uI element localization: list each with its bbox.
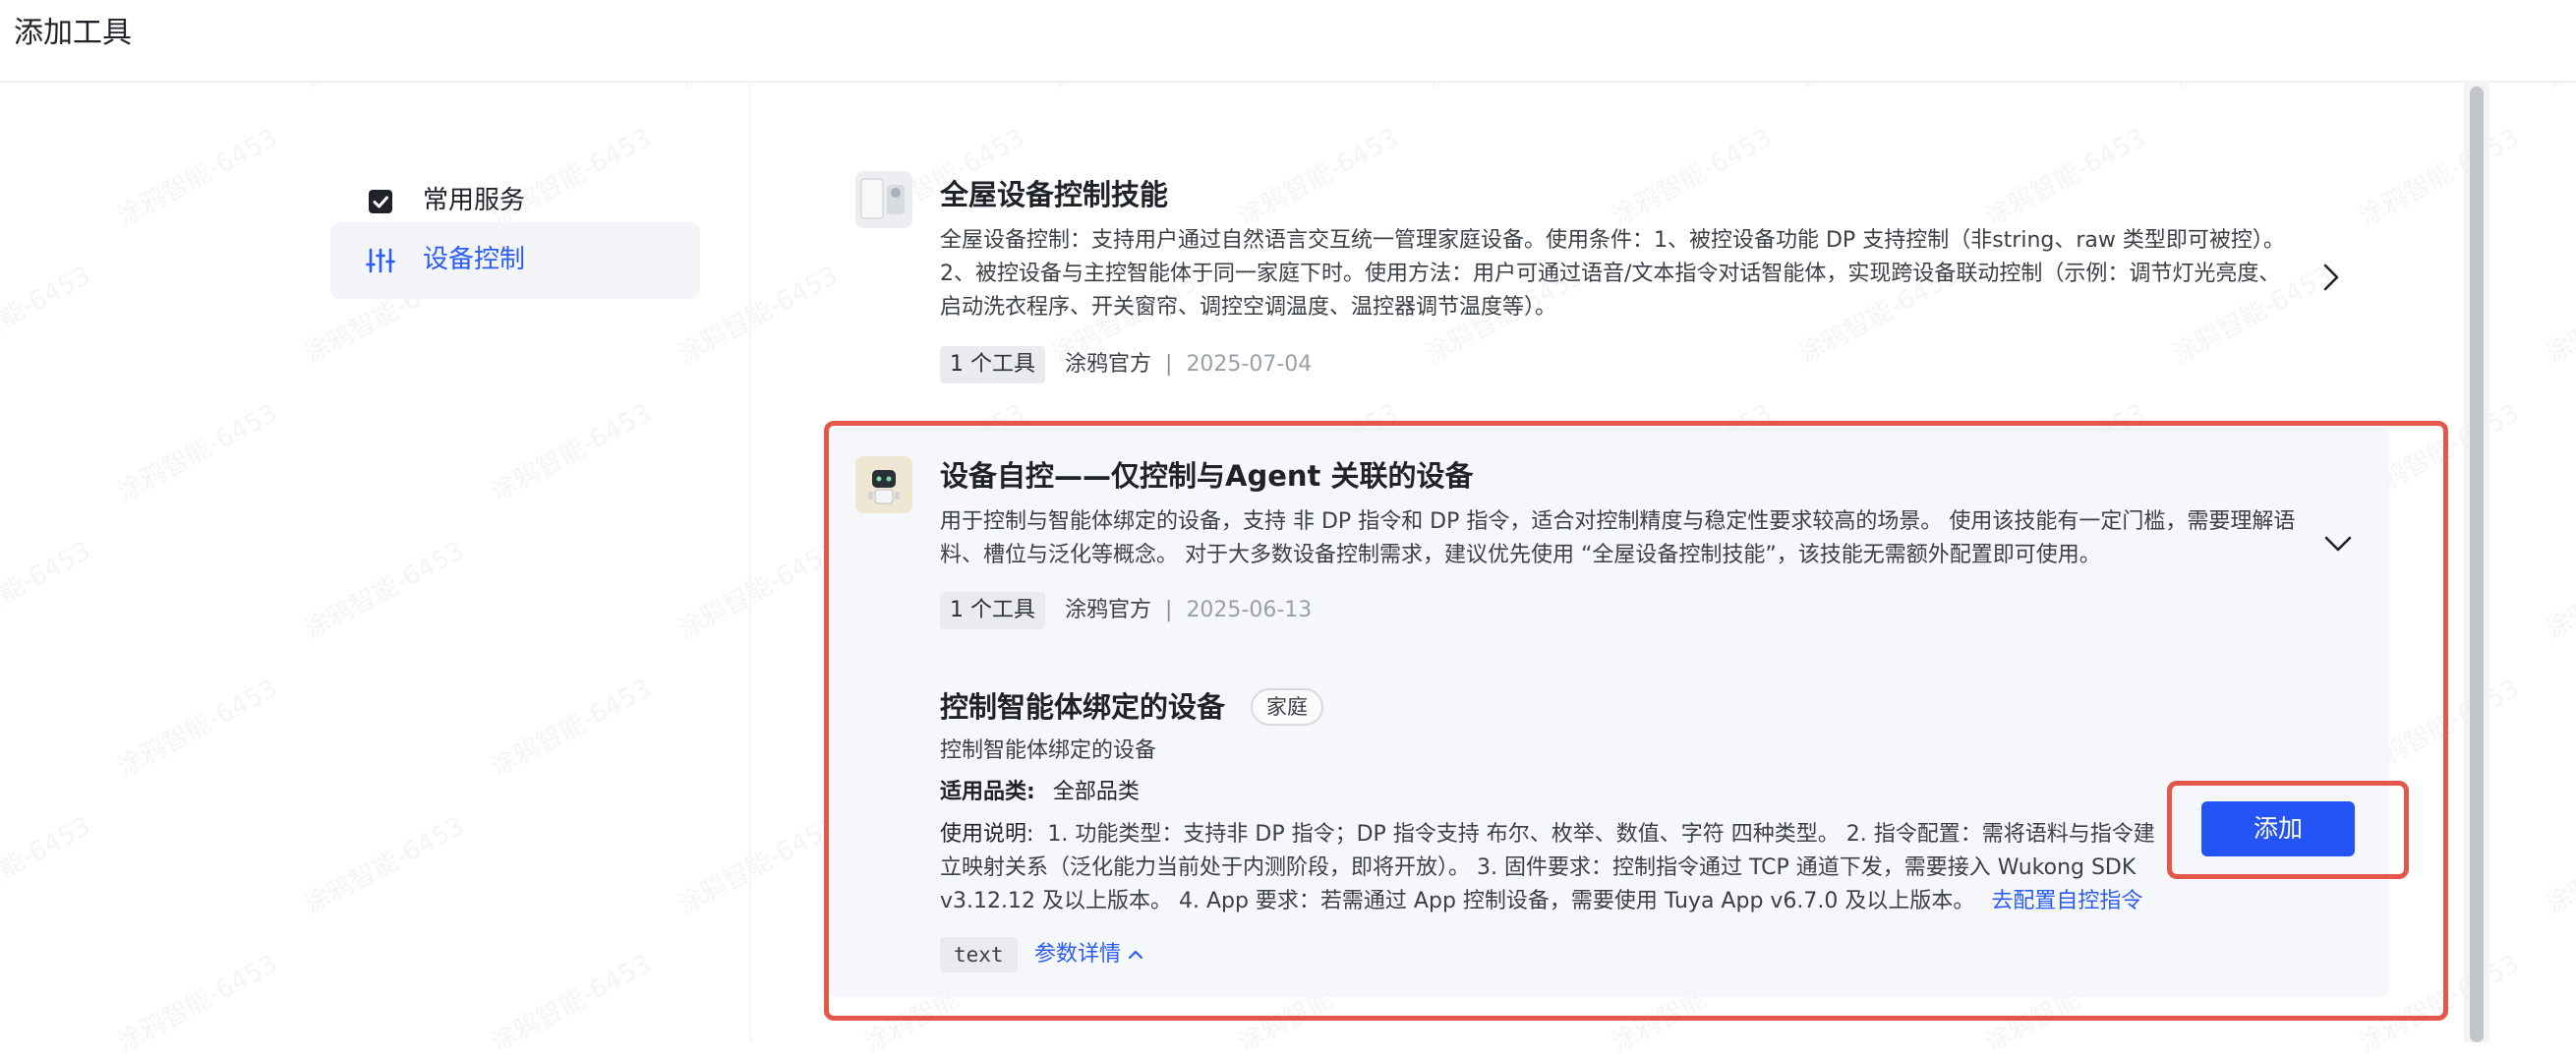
- watermark-text: 涂鸦智能-6453: [2541, 811, 2576, 921]
- watermark-text: 涂鸦智能-6453: [112, 123, 283, 233]
- skill-thumbnail: [855, 171, 912, 228]
- page-title: 添加工具: [14, 16, 132, 50]
- watermark-text: 涂鸦智能-6453: [673, 811, 844, 921]
- watermark-text: 涂鸦智能-6453: [299, 536, 470, 646]
- watermark-text: 涂鸦智能-6453: [673, 536, 844, 646]
- sliders-icon: [366, 248, 395, 273]
- scrollbar-thumb[interactable]: [2470, 87, 2484, 1042]
- highlight-box-add-button: [2167, 781, 2409, 879]
- watermark-text: 涂鸦智能-6453: [2541, 261, 2576, 371]
- watermark-text: 涂鸦智能-6453: [2354, 123, 2525, 233]
- skill-source: 涂鸦官方: [1065, 352, 1152, 377]
- skill-meta: 1 个工具 涂鸦官方 | 2025-07-04: [940, 346, 1312, 383]
- chevron-right-icon[interactable]: [2314, 262, 2346, 293]
- watermark-text: 涂鸦智能-6453: [112, 949, 283, 1059]
- watermark-text: 涂鸦智能-6453: [299, 811, 470, 921]
- sidebar-item-label: 常用服务: [423, 186, 526, 215]
- watermark-text: 涂鸦智能-6453: [486, 674, 657, 784]
- skill-date: 2025-07-04: [1186, 352, 1313, 377]
- meta-separator: |: [1165, 352, 1173, 377]
- watermark-text: 涂鸦智能-6453: [2541, 536, 2576, 646]
- watermark-text: 涂鸦智能-6453: [112, 674, 283, 784]
- watermark-text: 涂鸦智能-6453: [0, 261, 96, 371]
- highlight-box-skill: [824, 421, 2448, 1021]
- skill-title: 全屋设备控制技能: [940, 178, 1169, 211]
- skill-description: 全屋设备控制：支持用户通过自然语言交互统一管理家庭设备。使用条件：1、被控设备功…: [940, 228, 2285, 320]
- watermark-text: 涂鸦智能-6453: [112, 398, 283, 508]
- checkbox-icon: [369, 190, 392, 213]
- tool-count-tag: 1 个工具: [940, 346, 1045, 383]
- sidebar-item-device-control[interactable]: 设备控制: [330, 222, 700, 299]
- watermark-text: 涂鸦智能-6453: [486, 949, 657, 1059]
- watermark-text: 涂鸦智能-6453: [0, 536, 96, 646]
- watermark-text: 涂鸦智能-6453: [0, 811, 96, 921]
- page-header: 添加工具: [0, 0, 2576, 83]
- skill-card-whole-home[interactable]: 全屋设备控制技能 全屋设备控制：支持用户通过自然语言交互统一管理家庭设备。使用条…: [851, 167, 2354, 393]
- watermark-text: 涂鸦智能-6453: [486, 398, 657, 508]
- sidebar-item-label: 设备控制: [423, 245, 526, 274]
- content-divider: [749, 81, 751, 1042]
